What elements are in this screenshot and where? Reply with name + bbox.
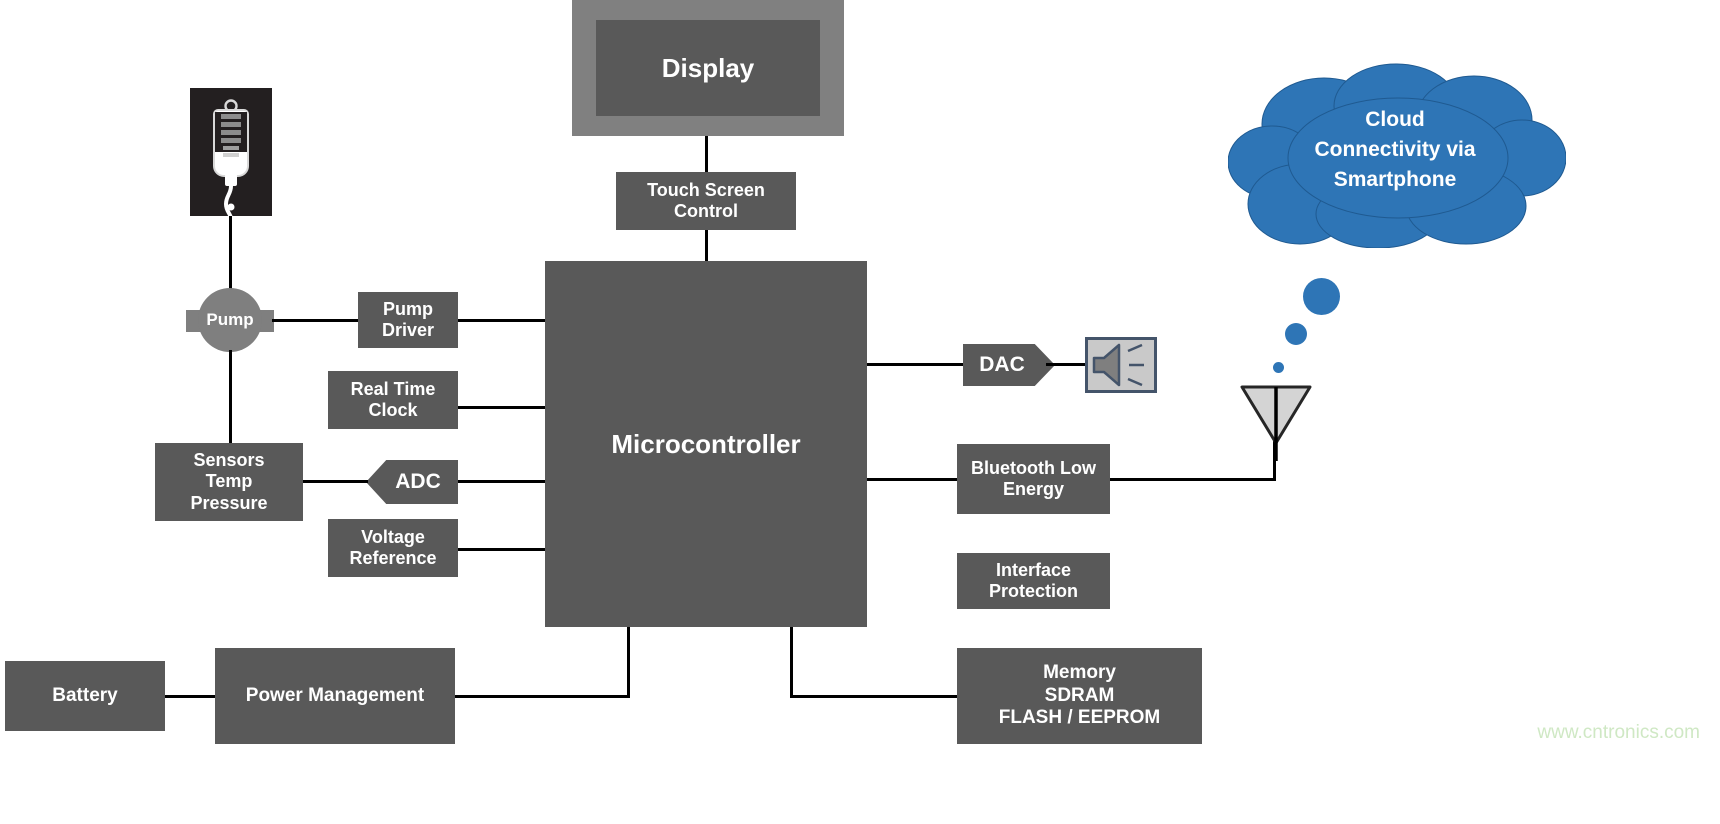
connector-battery-to-power [165, 695, 217, 698]
cloud-label-line3: Smartphone [1333, 167, 1457, 191]
connector-adc-to-mcu [458, 480, 548, 483]
interface-protection-block[interactable]: Interface Protection [957, 553, 1110, 609]
touch-screen-control-label-line2: Control [674, 201, 738, 221]
connector-mcu-to-memory-v [790, 627, 793, 697]
connector-ivbag-to-pump [229, 216, 232, 292]
display-block[interactable]: Display [596, 20, 820, 116]
real-time-clock-label-line2: Clock [368, 400, 418, 420]
connector-ble-to-antenna-h [1110, 478, 1276, 481]
bluetooth-low-energy-block[interactable]: Bluetooth Low Energy [957, 444, 1110, 514]
dac-label: DAC [979, 353, 1025, 376]
speaker-icon [1085, 337, 1157, 393]
sensors-label-line1: Sensors [193, 450, 265, 471]
battery-label: Battery [52, 684, 118, 706]
real-time-clock-block[interactable]: Real Time Clock [328, 371, 458, 429]
watermark-text: www.cntronics.com [1537, 722, 1700, 743]
interface-protection-label-line1: Interface [995, 559, 1072, 580]
memory-label-line3: FLASH / EEPROM [998, 707, 1161, 729]
microcontroller-block[interactable]: Microcontroller [545, 261, 867, 627]
signal-dot-small [1273, 362, 1284, 373]
power-management-block[interactable]: Power Management [215, 648, 455, 744]
iv-bag-glyph [213, 99, 249, 216]
speaker-glyph [1092, 343, 1144, 387]
signal-dot-large [1303, 278, 1340, 315]
interface-protection-label-line2: Protection [988, 581, 1078, 601]
bluetooth-label-line1: Bluetooth Low [971, 457, 1096, 478]
connector-pump-to-sensors [229, 350, 232, 444]
voltage-reference-label-line1: Voltage [361, 526, 425, 547]
battery-block[interactable]: Battery [5, 661, 165, 731]
connector-display-to-touch [705, 136, 708, 172]
antenna-glyph [1240, 385, 1312, 461]
connector-mcu-to-ble [867, 478, 962, 481]
cloud-label-line1: Cloud [1365, 108, 1425, 131]
connector-vref-to-mcu [458, 548, 548, 551]
cloud-label-line2: Connectivity via [1314, 137, 1476, 161]
adc-block[interactable]: ADC [366, 460, 458, 504]
antenna-icon [1240, 385, 1312, 463]
dac-block[interactable]: DAC [963, 344, 1055, 386]
connector-mcu-to-power-v [627, 627, 630, 697]
memory-block[interactable]: Memory SDRAM FLASH / EEPROM [957, 648, 1202, 744]
connector-mcu-to-dac [867, 363, 967, 366]
bluetooth-label-line2: Energy [1002, 479, 1065, 499]
touch-screen-control-block[interactable]: Touch Screen Control [616, 172, 796, 230]
real-time-clock-label-line1: Real Time [350, 378, 436, 399]
connector-pump-to-pumpdriver [272, 319, 362, 322]
connector-dac-to-speaker [1046, 363, 1088, 366]
memory-label-line2: SDRAM [1044, 684, 1115, 706]
connector-mcu-to-power-h [455, 695, 630, 698]
sensors-block[interactable]: Sensors Temp Pressure [155, 443, 303, 521]
pump-driver-block[interactable]: Pump Driver [358, 292, 458, 348]
diagram-canvas: Display Touch Screen Control Pump Pump D… [0, 0, 1720, 824]
memory-label-line1: Memory [1043, 662, 1116, 684]
microcontroller-label: Microcontroller [611, 428, 801, 459]
pump-driver-label-line1: Pump [382, 298, 433, 319]
adc-label: ADC [395, 470, 441, 493]
connector-touch-to-mcu [705, 230, 708, 262]
connector-sensors-to-adc [302, 480, 368, 483]
pump-label: Pump [206, 310, 254, 329]
sensors-label-line2: Temp [205, 471, 253, 492]
iv-bag-icon [190, 88, 272, 216]
voltage-reference-block[interactable]: Voltage Reference [328, 519, 458, 577]
connector-pumpdriver-to-mcu [458, 319, 548, 322]
touch-screen-control-label-line1: Touch Screen [647, 179, 765, 200]
signal-dot-medium [1285, 323, 1307, 345]
power-management-label: Power Management [245, 684, 425, 706]
voltage-reference-label-line2: Reference [349, 548, 437, 568]
pump-driver-label-line2: Driver [381, 320, 435, 340]
cloud-label: Cloud Connectivity via Smartphone [1255, 105, 1535, 194]
sensors-label-line3: Pressure [190, 492, 268, 513]
connector-mcu-to-memory-h [790, 695, 960, 698]
connector-rtc-to-mcu [458, 406, 548, 409]
